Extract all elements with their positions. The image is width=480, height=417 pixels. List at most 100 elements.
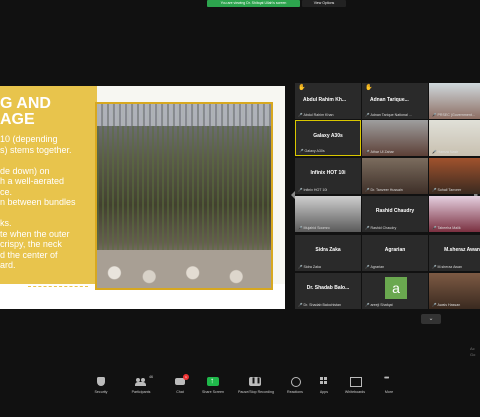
chat-label: Chat (176, 390, 184, 394)
participant-name: 🎤PRSEC (Government... (432, 113, 475, 117)
apps-icon (318, 377, 330, 387)
participant-avatar: a (385, 277, 407, 299)
participant-name: 🎤Agrarian (365, 265, 384, 269)
slide-body-text: 10 (depending s) stems together. de down… (0, 134, 76, 270)
muted-mic-icon: 🎤 (298, 265, 303, 269)
participant-name-text: Sohail Tanveer (437, 188, 462, 192)
participant-name-text: Dr. Tanveer Hussain (370, 188, 403, 192)
muted-mic-icon: 🎤 (298, 188, 303, 192)
participant-name-text: Agrarian (370, 265, 385, 269)
participant-name-text: Sidra Zaka (303, 265, 321, 269)
participant-name-text: Dr. Shadab Balochistan (303, 303, 342, 307)
whiteboard-icon (349, 377, 362, 387)
security-label: Security (94, 390, 108, 394)
more-button[interactable]: More (372, 375, 406, 399)
raised-hand-icon: ✋ (365, 85, 373, 91)
participant-name: 🎤Sohail Tanveer (432, 188, 461, 192)
raised-hand-icon: ✋ (298, 85, 306, 91)
participant-display-label: Agrarian (384, 247, 406, 253)
participant-name-text: areeji Shafqat (370, 303, 393, 307)
viewing-screen-banner: You are viewing Dr. Shibqat Ullah's scre… (207, 0, 300, 7)
participants-button[interactable]: 46 Participants (124, 375, 158, 399)
participant-tile[interactable]: ✋ Abdul Rahim Kh... 🎤Abdul Rahim Khan (295, 83, 361, 119)
whiteboards-button[interactable]: Whiteboards (338, 377, 372, 399)
participant-tile[interactable]: Dr. Shadab Balo... 🎤Dr. Shadab Balochista… (295, 273, 361, 309)
participant-tile[interactable]: Sidra Zaka 🎤Sidra Zaka (295, 235, 361, 271)
participant-name-text: Adnan Tarique National ... (370, 113, 412, 117)
participant-name-text: Mujahid Soomro (303, 226, 330, 230)
participant-tile[interactable]: a 🎤areeji Shafqat (362, 273, 428, 309)
muted-mic-icon: 🎤 (432, 265, 437, 269)
participant-name-text: Tabeeha Malik (437, 226, 461, 230)
participant-display-label: M.sheraz Awan (444, 247, 480, 253)
muted-mic-icon: 🎤 (365, 150, 370, 154)
gallery-scroll-down-button[interactable]: ⌄ (421, 314, 441, 324)
participant-name: 🎤Tabeeha Malik (432, 226, 461, 230)
photo-roof (97, 104, 271, 126)
participant-tile[interactable]: 🎤Mujahid Soomro (295, 196, 361, 232)
participant-name: 🎤Dr. Tanveer Hussain (365, 188, 403, 192)
participant-tile[interactable]: 🎤Tabeeha Malik (429, 196, 480, 232)
participant-tile[interactable]: 🎤Awais Hassan (429, 273, 480, 309)
participant-name: 🎤areeji Shafqat (365, 303, 393, 307)
participant-name: 🎤Athar Ul Zahar (365, 150, 394, 154)
participant-name: 🎤Mujahid Soomro (298, 226, 330, 230)
participants-count: 46 (149, 375, 153, 379)
participant-display-label: Adnan Tarique... (370, 97, 409, 103)
share-screen-icon (207, 376, 219, 387)
participant-name: 🎤Adnan Tarique National ... (365, 113, 412, 117)
participant-tile[interactable]: 🎤Sohail Tanveer (429, 158, 480, 194)
participant-tile[interactable]: Galaxy A30s 🎤Galaxy A30s (295, 120, 361, 156)
photo-bulbs (97, 250, 271, 288)
participant-tile[interactable]: ✋ Adnan Tarique... 🎤Adnan Tarique National… (362, 83, 428, 119)
chat-button[interactable]: 1 Chat (163, 374, 197, 399)
slide-title: G AND AGE (0, 95, 51, 128)
participant-name: 🎤Awais Hassan (432, 303, 460, 307)
participant-tile[interactable]: Infinix HOT 10i 🎤Infinix HOT 10i (295, 158, 361, 194)
apps-button[interactable]: Apps (307, 377, 341, 399)
participant-name-text: Galaxy A30s (304, 149, 325, 153)
participant-name: 🎤Infinix HOT 10i (298, 188, 327, 192)
muted-mic-icon: 🎤 (432, 303, 437, 307)
participant-name-text: Rashid Chaudry (370, 226, 397, 230)
view-options-button[interactable]: View Options (302, 0, 346, 7)
muted-mic-icon: 🎤 (432, 226, 437, 230)
more-label: More (384, 390, 394, 394)
muted-mic-icon: 🎤 (365, 188, 370, 192)
participant-tile[interactable]: 🎤Dr. Tanveer Hussain (362, 158, 428, 194)
share-screen-label: Share Screen (202, 390, 224, 394)
participant-tile[interactable]: 🎤PRSEC (Government... (429, 83, 480, 119)
muted-mic-icon: 🎤 (432, 188, 437, 192)
participant-tile[interactable]: 🎤Hamza Nasir (429, 120, 480, 156)
participant-display-label: Dr. Shadab Balo... (306, 285, 350, 291)
reactions-icon (289, 377, 301, 387)
apps-label: Apps (319, 390, 329, 394)
participants-label: Participants (131, 390, 151, 394)
participant-display-label: Galaxy A30s (313, 133, 343, 139)
side-partial-text: Ac Go (470, 346, 475, 358)
muted-mic-icon: 🎤 (298, 303, 303, 307)
participant-tile[interactable]: M.sheraz Awan 🎤M.sheraz Awan (429, 235, 480, 271)
participant-name-text: PRSEC (Government... (437, 113, 475, 117)
share-screen-button[interactable]: Share Screen (196, 376, 230, 399)
chat-icon: 1 (174, 374, 189, 387)
participant-tile[interactable]: 🎤Athar Ul Zahar (362, 120, 428, 156)
participant-name-text: Abdul Rahim Khan (303, 113, 334, 117)
meeting-toolbar: Security 46 Participants 1 Chat Share Sc… (0, 372, 480, 417)
participant-name: 🎤Sidra Zaka (298, 265, 321, 269)
pause-recording-button[interactable]: Pause/Stop Recording (238, 377, 274, 399)
participant-display-label: Sidra Zaka (315, 247, 341, 253)
participant-tile[interactable]: Agrarian 🎤Agrarian (362, 235, 428, 271)
muted-mic-icon: 🎤 (432, 113, 437, 117)
pause-recording-icon (249, 377, 261, 387)
participant-name-text: Hamza Nasir (437, 150, 459, 154)
pause-recording-label: Pause/Stop Recording (238, 390, 274, 394)
participant-tile[interactable]: Rashid Chaudry 🎤Rashid Chaudry (362, 196, 428, 232)
side-text-line-2: Go (470, 352, 476, 357)
slide-divider (28, 286, 88, 287)
security-button[interactable]: Security (84, 377, 118, 399)
participant-name: 🎤Hamza Nasir (432, 150, 458, 154)
muted-mic-icon: 🎤 (298, 226, 303, 230)
participant-name-text: Infinix HOT 10i (303, 188, 328, 192)
participant-name: 🎤M.sheraz Awan (432, 265, 462, 269)
